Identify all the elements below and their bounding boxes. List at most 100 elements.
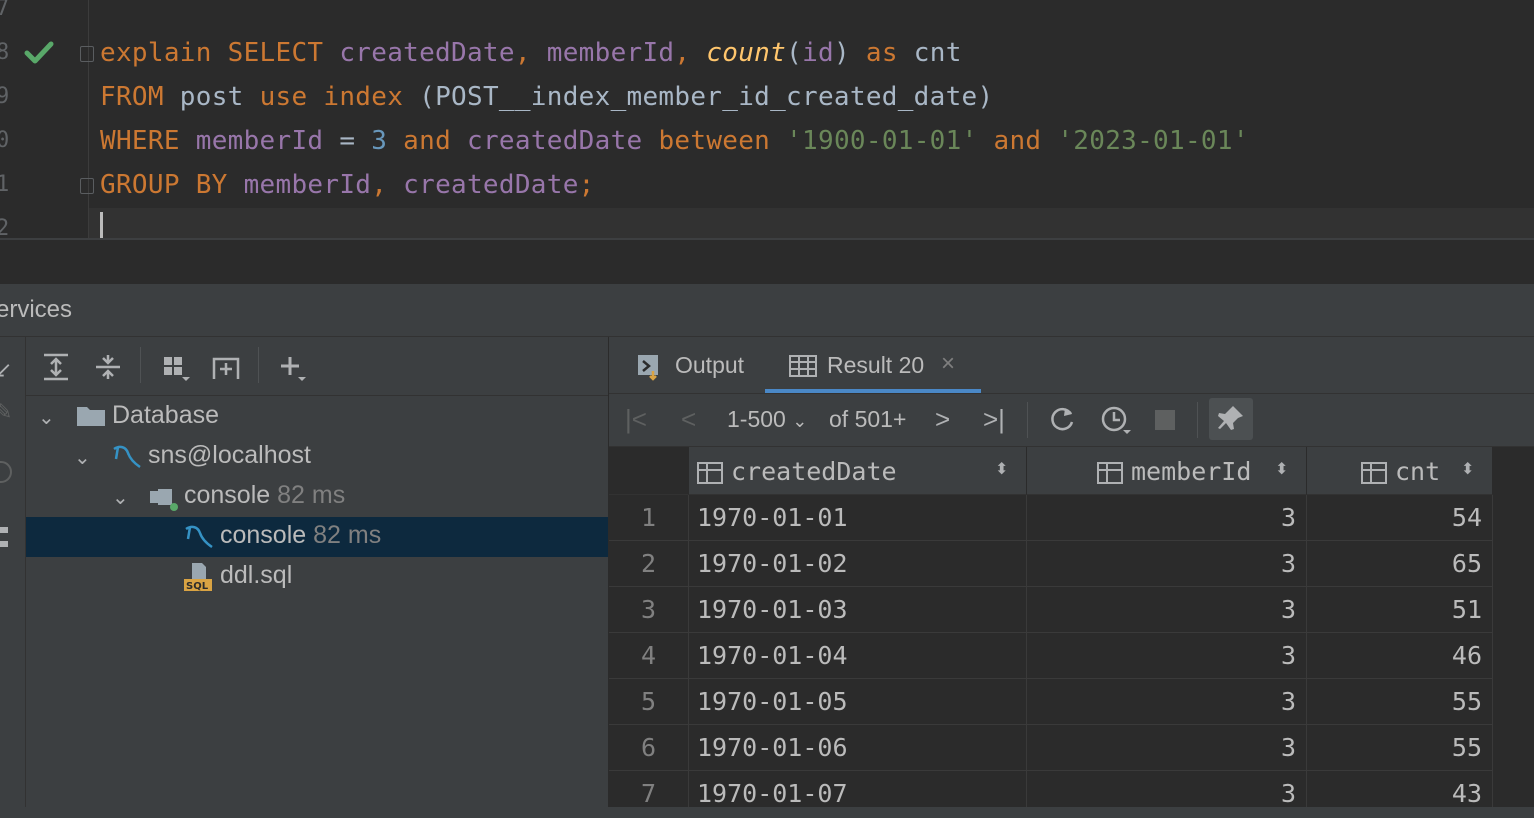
console-icon [150,489,178,511]
tab-output[interactable]: Output [629,337,769,393]
layout-icon[interactable] [0,527,8,547]
code-line[interactable]: GROUP BY memberId, createdDate; [100,170,595,200]
arrow-icon[interactable]: ↙ [0,357,12,383]
group-by-icon[interactable] [160,351,192,383]
column-header-cnt[interactable]: cnt ⬍ [1307,447,1493,495]
cell-createdDate[interactable]: 1970-01-06 [689,725,1027,771]
cell-createdDate[interactable]: 1970-01-02 [689,541,1027,587]
code-line[interactable]: explain SELECT createdDate, memberId, co… [100,38,962,68]
row-number[interactable]: 3 [609,587,689,633]
last-page-icon[interactable]: >| [983,404,1005,435]
code-token: post [179,82,260,112]
cell-cnt[interactable]: 46 [1307,633,1493,679]
code-token: cnt [913,38,962,68]
sort-icon[interactable]: ⬍ [995,459,1008,479]
row-number[interactable]: 2 [609,541,689,587]
cell-memberId[interactable]: 3 [1027,633,1307,679]
history-icon[interactable] [1099,404,1133,436]
result-grid[interactable]: createdDate ⬍ memberId ⬍ cnt ⬍ 1 1970-01-… [609,447,1493,817]
tree-item-database[interactable]: ⌄ Database [26,397,608,437]
previous-page-icon[interactable]: < [681,404,696,435]
column-header-label: memberId [1097,457,1251,487]
first-page-icon[interactable]: |< [625,404,647,435]
cell-cnt[interactable]: 55 [1307,725,1493,771]
tree-toolbar [26,337,608,396]
cell-memberId[interactable]: 3 [1027,725,1307,771]
close-icon[interactable]: × [941,350,955,378]
column-header-label: createdDate [697,457,897,487]
cell-cnt[interactable]: 55 [1307,679,1493,725]
svg-text:SQL: SQL [186,581,209,592]
cell-memberId[interactable]: 3 [1027,587,1307,633]
sort-icon[interactable]: ⬍ [1461,459,1474,479]
tree-item-session[interactable]: console 82 ms [26,517,608,557]
refresh-icon[interactable] [1047,404,1077,434]
tab-result[interactable]: Result 20 × [765,337,981,393]
code-token: (POST__index_member_id_created_date) [419,82,994,112]
chevron-down-icon[interactable]: ⌄ [112,485,129,510]
tab-label: Result 20 [827,352,925,378]
chevron-down-icon[interactable]: ⌄ [74,445,91,470]
row-number[interactable]: 6 [609,725,689,771]
code-token: FROM [100,82,180,112]
chevron-down-icon[interactable]: ⌄ [38,405,55,430]
services-title: ervices [0,296,73,323]
column-header-memberId[interactable]: memberId ⬍ [1027,447,1307,495]
column-header-createdDate[interactable]: createdDate ⬍ [689,447,1027,495]
cell-cnt[interactable]: 51 [1307,587,1493,633]
splitter[interactable] [0,240,1534,284]
new-tab-icon[interactable] [210,351,242,383]
mysql-dolphin-icon [113,445,141,469]
code-line[interactable]: FROM post use index (POST__index_member_… [100,82,993,112]
code-token: ( [786,38,803,68]
code-token: , [371,170,404,200]
cell-memberId[interactable]: 3 [1027,679,1307,725]
cell-cnt[interactable]: 54 [1307,495,1493,541]
fold-marker-icon[interactable] [80,178,94,194]
line-number: 9 [0,84,10,109]
tree-item-console[interactable]: ⌄ console 82 ms [26,477,608,517]
cell-memberId[interactable]: 3 [1027,495,1307,541]
pin-tab-button[interactable] [1209,398,1253,440]
page-range-select[interactable]: 1-500 ⌄ [727,406,807,433]
add-icon[interactable] [276,351,308,383]
code-token: between [658,126,787,156]
cell-createdDate[interactable]: 1970-01-01 [689,495,1027,541]
expand-all-icon[interactable] [40,351,72,383]
sql-editor[interactable]: 7 8 9 0 1 2 explain SELECT createdDate, … [0,0,1534,241]
chevron-down-icon: ⌄ [792,411,808,431]
tree-item-host[interactable]: ⌄ sns@localhost [26,437,608,477]
cell-createdDate[interactable]: 1970-01-04 [689,633,1027,679]
output-icon [638,355,658,381]
line-number: 1 [0,172,10,197]
tree-item-ddl[interactable]: SQL ddl.sql [26,557,608,597]
row-number[interactable]: 5 [609,679,689,725]
code-token: createdDate [403,170,579,200]
code-token: id [802,38,834,68]
stop-icon[interactable] [1155,410,1175,430]
code-token: use [259,82,324,112]
cell-createdDate[interactable]: 1970-01-05 [689,679,1027,725]
pencil-icon[interactable]: ✎ [0,399,12,425]
fold-marker-icon[interactable] [80,46,94,62]
cell-createdDate[interactable]: 1970-01-03 [689,587,1027,633]
execution-time: 82 ms [277,481,346,509]
cell-memberId[interactable]: 3 [1027,541,1307,587]
result-tabs: Output Result 20 × [609,337,1534,394]
sort-icon[interactable]: ⬍ [1275,459,1288,479]
code-token: explain [100,38,228,68]
current-line-highlight [89,208,1534,238]
column-icon [697,462,723,485]
row-number[interactable]: 1 [609,495,689,541]
check-icon[interactable] [24,40,54,66]
collapse-all-icon[interactable] [92,351,124,383]
next-page-icon[interactable]: > [935,404,950,435]
stop-icon[interactable] [0,461,12,483]
line-number: 8 [0,40,10,65]
row-number[interactable]: 4 [609,633,689,679]
cell-cnt[interactable]: 65 [1307,541,1493,587]
code-token: GROUP BY [100,170,244,200]
code-line[interactable]: WHERE memberId = 3 and createdDate betwe… [100,126,1249,156]
row-number-header [609,447,689,495]
code-token: ) [833,38,866,68]
